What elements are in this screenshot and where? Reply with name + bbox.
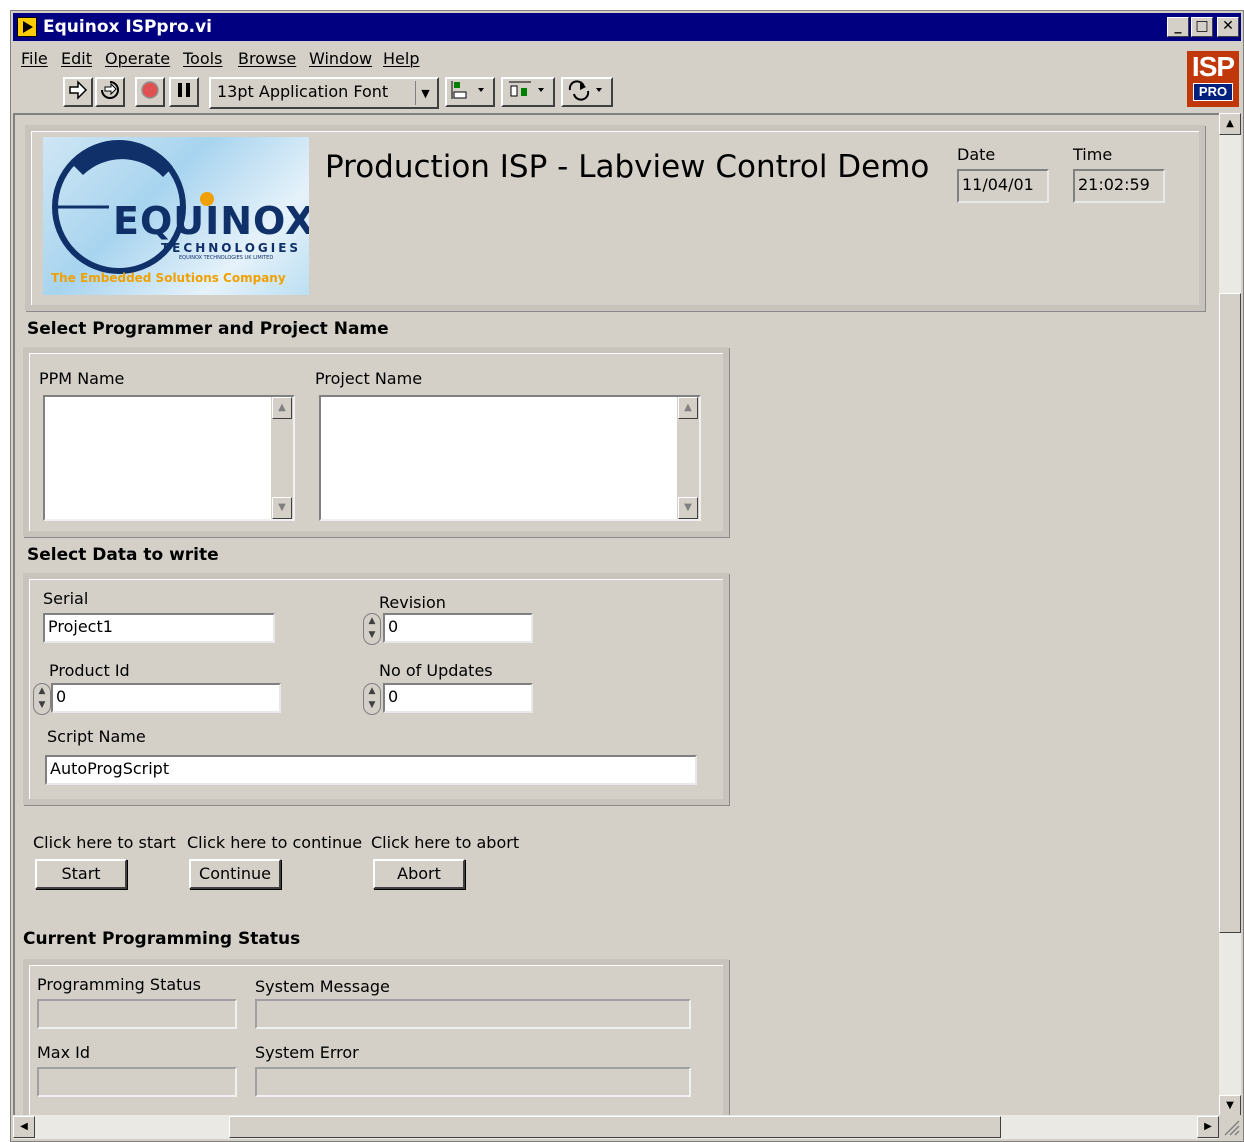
programming-status-indicator [37, 999, 237, 1029]
logo-sub: TECHNOLOGIES [161, 241, 302, 255]
time-indicator: 21:02:59 [1073, 169, 1165, 203]
toolbar: 13pt Application Font ▼ [13, 75, 1173, 111]
start-button[interactable]: Start [35, 859, 127, 889]
system-error-label: System Error [255, 1043, 359, 1062]
abort-execution-icon[interactable] [135, 77, 165, 107]
pause-icon[interactable] [169, 77, 199, 107]
equinox-logo: EQUINOX TECHNOLOGIES EQUINOX TECHNOLOGIE… [43, 137, 309, 295]
labview-window: Equinox ISPpro.vi _ □ ✕ File Edit Operat… [10, 10, 1244, 1142]
project-name-listbox[interactable]: ▲ ▼ [319, 395, 701, 521]
resize-grip-icon[interactable] [1219, 1115, 1241, 1139]
scroll-left-icon[interactable]: ◀ [13, 1116, 35, 1138]
chevron-down-icon: ▼ [415, 81, 435, 105]
data-box: Serial Project1 Revision ▲ ▼ 0 Product Id… [23, 573, 729, 805]
scroll-up-icon[interactable]: ▲ [678, 397, 698, 419]
reorder-objects-icon[interactable] [561, 77, 613, 107]
menu-operate[interactable]: Operate [105, 49, 170, 68]
serial-input[interactable]: Project1 [43, 613, 275, 643]
product-id-stepper-icon[interactable]: ▲ ▼ [33, 683, 51, 715]
title-bar: Equinox ISPpro.vi _ □ ✕ [13, 13, 1241, 41]
close-button[interactable]: ✕ [1217, 17, 1239, 37]
abort-button[interactable]: Abort [373, 859, 465, 889]
font-selector[interactable]: 13pt Application Font ▼ [209, 77, 439, 109]
date-label: Date [957, 145, 996, 164]
no-of-updates-input[interactable]: 0 [383, 683, 533, 713]
project-name-label: Project Name [315, 369, 423, 388]
menu-edit[interactable]: Edit [61, 49, 92, 68]
system-message-label: System Message [255, 977, 390, 996]
horizontal-scrollbar[interactable]: ◀ ▶ [13, 1115, 1219, 1139]
logo-brand: EQUINOX [113, 199, 309, 243]
isp-logo-text: ISP [1191, 51, 1235, 82]
distribute-objects-icon[interactable] [501, 77, 555, 107]
maximize-button[interactable]: □ [1191, 17, 1213, 37]
time-label: Time [1073, 145, 1113, 164]
revision-label: Revision [379, 593, 446, 612]
ppm-name-listbox[interactable]: ▲ ▼ [43, 395, 295, 521]
menu-tools[interactable]: Tools [183, 49, 222, 68]
scroll-up-icon[interactable]: ▲ [272, 397, 292, 419]
labview-vi-icon [17, 17, 37, 37]
front-panel: EQUINOX TECHNOLOGIES EQUINOX TECHNOLOGIE… [13, 113, 1221, 1117]
serial-label: Serial [43, 589, 89, 608]
script-name-label: Script Name [47, 727, 146, 746]
align-objects-icon[interactable] [445, 77, 495, 107]
isp-pro-logo: ISP PRO [1187, 51, 1239, 107]
updates-stepper-icon[interactable]: ▲ ▼ [363, 683, 381, 715]
ppm-name-scrollbar[interactable]: ▲ ▼ [271, 397, 293, 519]
date-indicator: 11/04/01 [957, 169, 1049, 203]
logo-tagline: The Embedded Solutions Company [51, 271, 286, 285]
status-box: Programming Status System Message Max Id… [23, 959, 729, 1117]
window-title: Equinox ISPpro.vi [43, 17, 213, 37]
menu-bar: File Edit Operate Tools Browse Window He… [13, 47, 1173, 71]
scroll-down-icon[interactable]: ▼ [678, 497, 698, 519]
script-name-input[interactable]: AutoProgScript [45, 755, 697, 785]
page-title: Production ISP - Labview Control Demo [325, 149, 930, 185]
scroll-down-icon[interactable]: ▼ [1219, 1095, 1241, 1117]
max-id-indicator [37, 1067, 237, 1097]
minimize-button[interactable]: _ [1167, 17, 1189, 37]
product-id-input[interactable]: 0 [51, 683, 281, 713]
pro-logo-text: PRO [1193, 83, 1233, 101]
continue-caption: Click here to continue [187, 833, 363, 852]
run-arrow-icon[interactable] [63, 77, 93, 107]
vertical-scrollbar[interactable]: ▲ ▼ [1219, 113, 1241, 1117]
header-box: EQUINOX TECHNOLOGIES EQUINOX TECHNOLOGIE… [25, 125, 1205, 311]
revision-stepper-icon[interactable]: ▲ ▼ [363, 613, 381, 645]
horizontal-scroll-thumb[interactable] [229, 1116, 1001, 1138]
scroll-down-icon[interactable]: ▼ [272, 497, 292, 519]
continue-button[interactable]: Continue [189, 859, 281, 889]
menu-browse[interactable]: Browse [238, 49, 296, 68]
project-name-scrollbar[interactable]: ▲ ▼ [677, 397, 699, 519]
scroll-up-icon[interactable]: ▲ [1219, 113, 1241, 135]
menu-file[interactable]: File [21, 49, 48, 68]
font-selector-value: 13pt Application Font [217, 82, 389, 101]
system-error-indicator [255, 1067, 691, 1097]
max-id-label: Max Id [37, 1043, 91, 1062]
abort-caption: Click here to abort [371, 833, 520, 852]
data-section-heading: Select Data to write [27, 545, 219, 565]
ppm-name-label: PPM Name [39, 369, 125, 388]
scroll-right-icon[interactable]: ▶ [1197, 1116, 1219, 1138]
vertical-scroll-thumb[interactable] [1219, 293, 1241, 933]
system-message-indicator [255, 999, 691, 1029]
programmer-section-heading: Select Programmer and Project Name [27, 319, 389, 339]
status-section-heading: Current Programming Status [23, 929, 301, 949]
run-continuous-icon[interactable] [95, 77, 125, 107]
start-caption: Click here to start [33, 833, 176, 852]
programmer-box: PPM Name ▲ ▼ Project Name ▲ ▼ [23, 347, 729, 537]
programming-status-label: Programming Status [37, 975, 201, 994]
no-of-updates-label: No of Updates [379, 661, 493, 680]
menu-window[interactable]: Window [309, 49, 372, 68]
product-id-label: Product Id [49, 661, 130, 680]
menu-help[interactable]: Help [383, 49, 419, 68]
logo-tiny: EQUINOX TECHNOLOGIES UK LIMITED [179, 255, 274, 261]
revision-input[interactable]: 0 [383, 613, 533, 643]
